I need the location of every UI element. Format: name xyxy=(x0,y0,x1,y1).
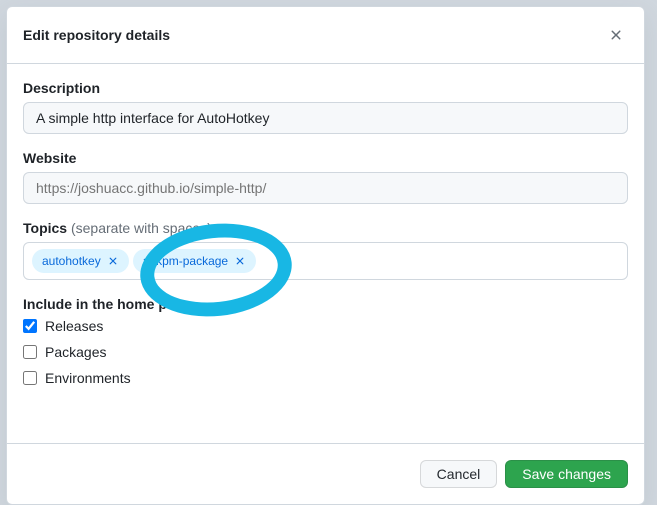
topic-tag-autohotkey: autohotkey xyxy=(32,249,129,273)
topics-hint: (separate with spaces) xyxy=(71,220,212,236)
topic-remove-autohotkey[interactable] xyxy=(107,255,119,267)
save-button[interactable]: Save changes xyxy=(505,460,628,488)
description-input[interactable] xyxy=(23,102,628,134)
checkbox-row-packages: Packages xyxy=(23,344,628,360)
topic-tag-ahkpm-package: ahkpm-package xyxy=(133,249,256,273)
topics-group: Topics (separate with spaces) autohotkey… xyxy=(23,220,628,280)
topics-input[interactable]: autohotkey ahkpm-package xyxy=(23,242,628,280)
modal-header: Edit repository details xyxy=(7,7,644,64)
checkbox-label-packages[interactable]: Packages xyxy=(45,344,106,360)
checkbox-row-releases: Releases xyxy=(23,318,628,334)
website-input[interactable] xyxy=(23,172,628,204)
cancel-button[interactable]: Cancel xyxy=(420,460,498,488)
description-label: Description xyxy=(23,80,628,96)
modal-title: Edit repository details xyxy=(23,27,170,43)
topics-label-text: Topics xyxy=(23,220,67,236)
modal-body: Description Website Topics (separate wit… xyxy=(7,64,644,443)
checkbox-packages[interactable] xyxy=(23,345,37,359)
close-button[interactable] xyxy=(604,23,628,47)
checkbox-releases[interactable] xyxy=(23,319,37,333)
checkbox-label-releases[interactable]: Releases xyxy=(45,318,103,334)
close-icon xyxy=(608,27,624,43)
description-group: Description xyxy=(23,80,628,134)
x-icon xyxy=(234,255,246,267)
x-icon xyxy=(107,255,119,267)
include-group: Include in the home page Releases Packag… xyxy=(23,296,628,386)
website-label: Website xyxy=(23,150,628,166)
topics-label: Topics (separate with spaces) xyxy=(23,220,628,236)
topic-tag-label: autohotkey xyxy=(42,254,101,268)
include-label: Include in the home page xyxy=(23,296,628,312)
modal-footer: Cancel Save changes xyxy=(7,443,644,504)
website-group: Website xyxy=(23,150,628,204)
edit-repo-modal: Edit repository details Description Webs… xyxy=(6,6,645,505)
checkbox-environments[interactable] xyxy=(23,371,37,385)
checkbox-label-environments[interactable]: Environments xyxy=(45,370,131,386)
topic-tag-label: ahkpm-package xyxy=(143,254,228,268)
checkbox-row-environments: Environments xyxy=(23,370,628,386)
topic-remove-ahkpm-package[interactable] xyxy=(234,255,246,267)
